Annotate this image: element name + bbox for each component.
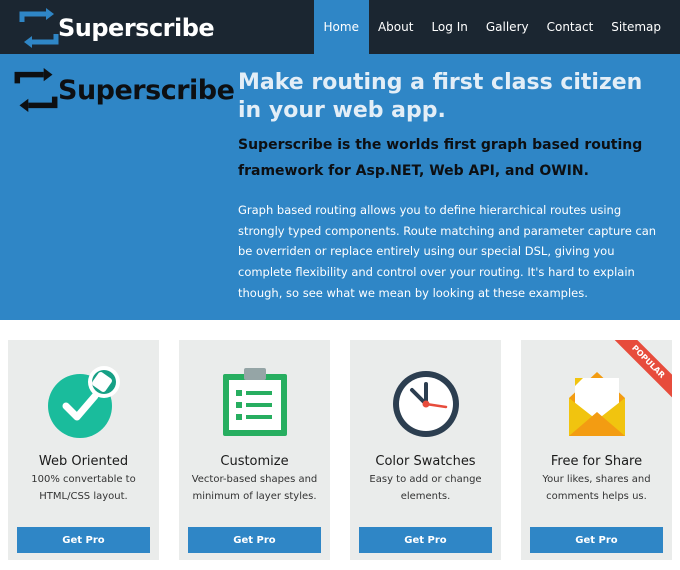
superscribe-logo-icon — [19, 8, 59, 48]
clock-icon — [392, 371, 459, 437]
clipboard-icon — [222, 368, 287, 436]
hero-logo-text: Superscribe — [58, 74, 235, 106]
nav-login[interactable]: Log In — [422, 0, 476, 54]
hero-subtitle: Superscribe is the worlds first graph ba… — [238, 137, 643, 179]
get-pro-button[interactable]: Get Pro — [359, 527, 492, 553]
envelope-icon — [568, 372, 625, 436]
hero-section: Superscribe Make routing a first class c… — [0, 54, 680, 320]
nav-home[interactable]: Home — [313, 0, 369, 54]
card-description: 100% convertable to HTML/CSS layout. — [31, 474, 136, 502]
card-title: Customize — [220, 454, 289, 469]
get-pro-button[interactable]: Get Pro — [530, 527, 663, 553]
superscribe-logo-icon — [14, 68, 58, 112]
feature-cards: Web Oriented 100% convertable to HTML/CS… — [0, 320, 680, 570]
top-navbar: Superscribe Home About Log In Gallery Co… — [0, 0, 680, 54]
get-pro-button[interactable]: Get Pro — [17, 527, 150, 553]
nav-contact[interactable]: Contact — [538, 0, 603, 54]
card-title: Web Oriented — [38, 454, 129, 469]
feature-card-free-for-share: POPULAR Free for Share Your likes, share… — [521, 340, 672, 560]
nav-menu: Home About Log In Gallery Contact Sitema… — [313, 0, 670, 54]
nav-gallery[interactable]: Gallery — [477, 0, 538, 54]
check-badge-icon — [47, 366, 120, 438]
feature-card-customize: Customize Vector-based shapes and minimu… — [179, 340, 330, 560]
feature-card-color-swatches: Color Swatches Easy to add or change ele… — [350, 340, 501, 560]
get-pro-button[interactable]: Get Pro — [188, 527, 321, 553]
nav-sitemap[interactable]: Sitemap — [602, 0, 670, 54]
brand-name: Superscribe — [58, 14, 215, 42]
hero-logo: Superscribe — [10, 68, 235, 112]
nav-about[interactable]: About — [369, 0, 422, 54]
feature-card-web-oriented: Web Oriented 100% convertable to HTML/CS… — [8, 340, 159, 560]
brand-logo[interactable]: Superscribe — [16, 8, 215, 48]
card-description: Your likes, shares and comments helps us… — [542, 474, 651, 502]
card-title: Color Swatches — [375, 454, 476, 469]
hero-title: Make routing a first class citizen in yo… — [238, 70, 643, 123]
card-description: Vector-based shapes and minimum of layer… — [191, 474, 318, 502]
card-description: Easy to add or change elements. — [369, 474, 482, 502]
hero-description: Graph based routing allows you to define… — [238, 203, 657, 300]
card-title: Free for Share — [550, 454, 643, 469]
